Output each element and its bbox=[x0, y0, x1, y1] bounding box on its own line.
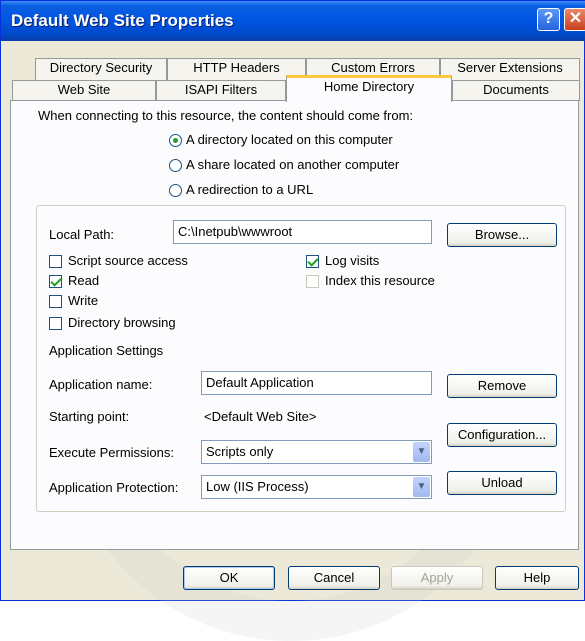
unload-button[interactable]: Unload bbox=[447, 471, 557, 495]
directory-browsing-label[interactable]: Directory browsing bbox=[68, 315, 176, 330]
radio-url-redirection[interactable] bbox=[169, 184, 182, 197]
application-protection-label: Application Protection: bbox=[49, 480, 179, 495]
application-name-label: Application name: bbox=[49, 377, 153, 392]
write-checkbox[interactable] bbox=[49, 295, 62, 308]
directory-browsing-checkbox[interactable] bbox=[49, 317, 62, 330]
chevron-down-icon[interactable]: ▼ bbox=[413, 477, 430, 497]
tab-web-site[interactable]: Web Site bbox=[12, 80, 156, 101]
starting-point-label: Starting point: bbox=[49, 409, 130, 424]
application-settings-heading: Application Settings bbox=[49, 343, 164, 358]
execute-permissions-value: Scripts only bbox=[206, 444, 274, 459]
read-label[interactable]: Read bbox=[68, 273, 99, 288]
content-source-prompt: When connecting to this resource, the co… bbox=[38, 108, 414, 123]
execute-permissions-dropdown[interactable]: Scripts only ▼ bbox=[201, 440, 432, 464]
home-directory-group bbox=[36, 205, 566, 512]
help-button[interactable]: Help bbox=[495, 566, 579, 590]
index-resource-label[interactable]: Index this resource bbox=[325, 273, 435, 288]
radio-label-network-share[interactable]: A share located on another computer bbox=[186, 157, 399, 172]
tab-documents[interactable]: Documents bbox=[452, 80, 580, 101]
browse-button[interactable]: Browse... bbox=[447, 223, 557, 247]
cancel-button[interactable]: Cancel bbox=[288, 566, 380, 590]
radio-network-share[interactable] bbox=[169, 159, 182, 172]
tab-server-extensions[interactable]: Server Extensions bbox=[440, 58, 580, 80]
radio-label-url-redirection[interactable]: A redirection to a URL bbox=[186, 182, 313, 197]
configuration-button[interactable]: Configuration... bbox=[447, 423, 557, 447]
read-checkbox[interactable] bbox=[49, 275, 62, 288]
log-visits-checkbox[interactable] bbox=[306, 255, 319, 268]
title-bar[interactable]: Default Web Site Properties ? ✕ bbox=[1, 1, 585, 41]
log-visits-label[interactable]: Log visits bbox=[325, 253, 379, 268]
chevron-down-icon[interactable]: ▼ bbox=[413, 442, 430, 462]
help-icon[interactable]: ? bbox=[537, 8, 560, 31]
ok-button[interactable]: OK bbox=[183, 566, 275, 590]
close-icon[interactable]: ✕ bbox=[564, 8, 585, 31]
properties-dialog: Default Web Site Properties ? ✕ Director… bbox=[0, 0, 585, 641]
index-resource-checkbox[interactable] bbox=[306, 275, 319, 288]
starting-point-value: <Default Web Site> bbox=[204, 409, 317, 424]
tab-isapi-filters[interactable]: ISAPI Filters bbox=[156, 80, 286, 101]
script-source-access-checkbox[interactable] bbox=[49, 255, 62, 268]
local-path-label: Local Path: bbox=[49, 227, 115, 242]
window-title: Default Web Site Properties bbox=[11, 11, 234, 30]
script-source-access-label[interactable]: Script source access bbox=[68, 253, 188, 268]
local-path-field[interactable]: C:\Inetpub\wwwroot bbox=[173, 220, 432, 244]
radio-label-local-directory[interactable]: A directory located on this computer bbox=[186, 132, 393, 147]
execute-permissions-label: Execute Permissions: bbox=[49, 445, 174, 460]
apply-button[interactable]: Apply bbox=[391, 566, 483, 590]
radio-local-directory[interactable] bbox=[169, 134, 182, 147]
application-protection-value: Low (IIS Process) bbox=[206, 479, 309, 494]
tab-home-directory[interactable]: Home Directory bbox=[286, 75, 452, 102]
tab-directory-security[interactable]: Directory Security bbox=[35, 58, 167, 80]
application-protection-dropdown[interactable]: Low (IIS Process) ▼ bbox=[201, 475, 432, 499]
write-label[interactable]: Write bbox=[68, 293, 98, 308]
remove-button[interactable]: Remove bbox=[447, 374, 557, 398]
application-name-field[interactable]: Default Application bbox=[201, 371, 432, 395]
